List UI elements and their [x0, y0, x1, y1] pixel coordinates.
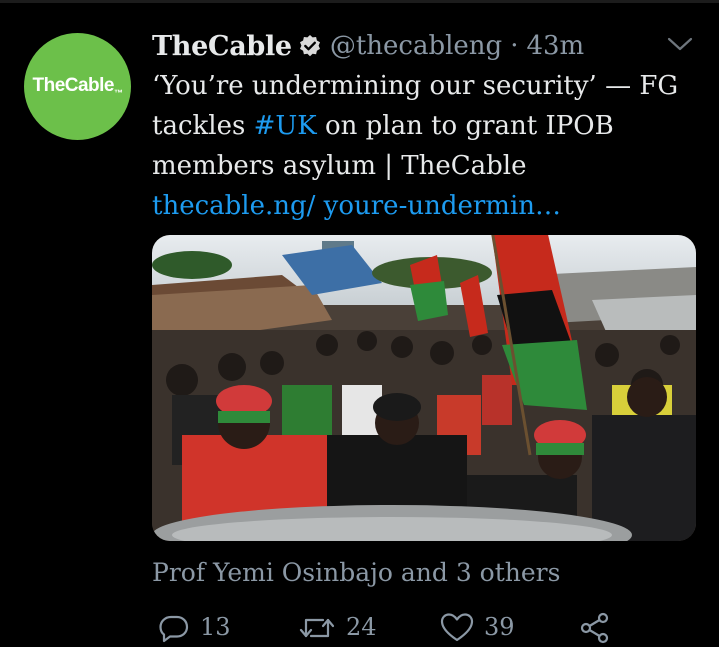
like-count: 39: [484, 613, 515, 641]
tweet-header: TheCable @thecableng · 43m: [152, 28, 672, 64]
tweet-actions: 13 24 39: [158, 612, 658, 647]
verified-badge-icon: [298, 34, 322, 58]
tweet-text: ‘You’re undermining our security’ — FG t…: [152, 66, 707, 226]
reply-icon: [159, 615, 189, 643]
like-icon: [440, 613, 474, 642]
tweet-photo[interactable]: [152, 235, 696, 541]
reply-button[interactable]: 13: [158, 612, 231, 644]
retweet-button[interactable]: 24: [298, 612, 377, 644]
share-icon: [580, 612, 609, 644]
share-button[interactable]: [580, 612, 610, 644]
retweet-icon: [299, 618, 335, 638]
like-button[interactable]: 39: [440, 612, 515, 644]
liked-by-text[interactable]: Prof Yemi Osinbajo and 3 others: [152, 558, 560, 587]
author-handle[interactable]: @thecableng: [330, 31, 502, 61]
separator-dot: ·: [510, 31, 519, 61]
chevron-down-icon[interactable]: [666, 34, 694, 54]
avatar-logo-text: TheCable™: [32, 75, 123, 98]
author-name[interactable]: TheCable: [152, 31, 292, 62]
tweet-timestamp[interactable]: 43m: [526, 31, 584, 61]
avatar[interactable]: TheCable™: [24, 33, 131, 140]
retweet-count: 24: [346, 613, 377, 641]
reply-count: 13: [200, 613, 231, 641]
hashtag-link[interactable]: #UK: [254, 111, 317, 141]
top-divider: [0, 0, 719, 3]
article-link[interactable]: thecable.ng/ youre-undermin…: [152, 191, 561, 221]
